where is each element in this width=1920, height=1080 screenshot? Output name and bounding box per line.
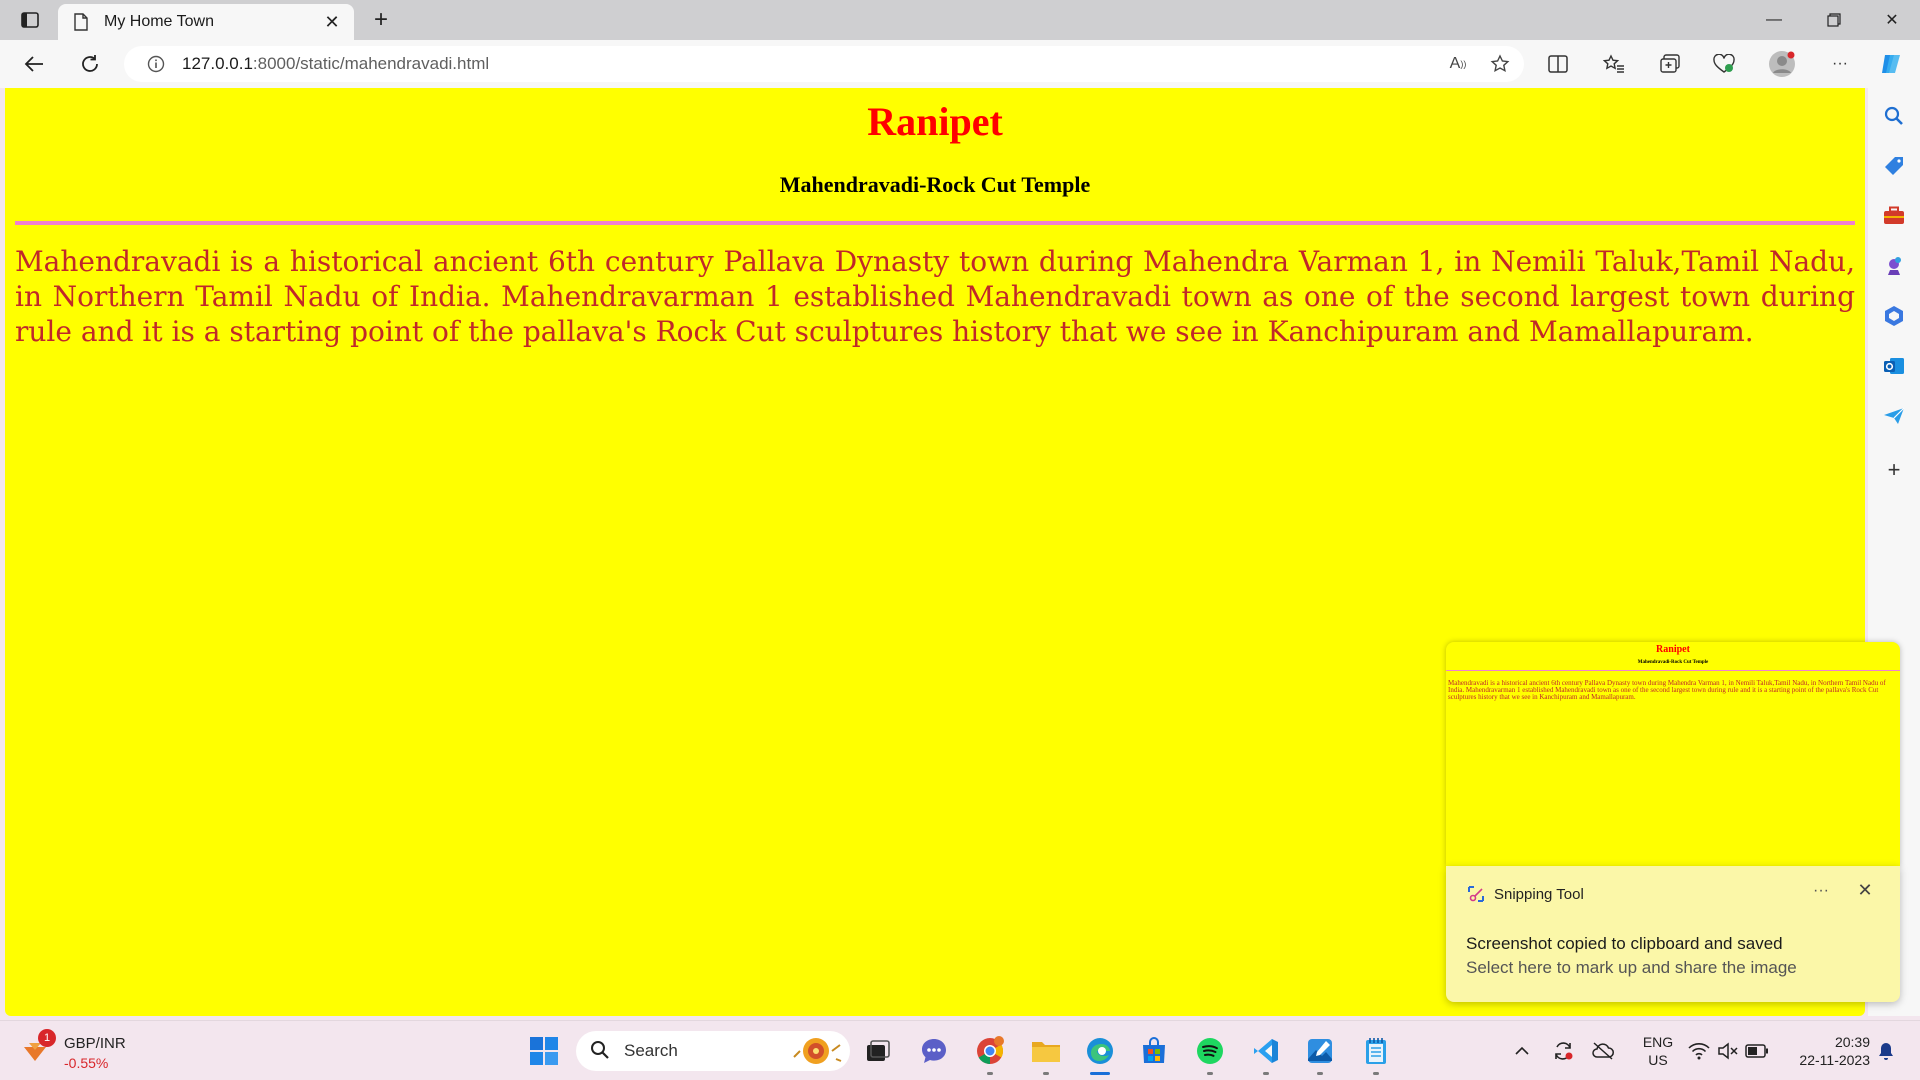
profile-avatar[interactable]	[1764, 48, 1800, 80]
add-sidebar-app-icon[interactable]: +	[1880, 456, 1908, 484]
horizontal-rule	[15, 221, 1855, 225]
search-icon	[590, 1040, 612, 1062]
browser-essentials-icon[interactable]	[1706, 48, 1742, 80]
notification-body: Select here to mark up and share the ima…	[1466, 958, 1797, 977]
favorite-star-icon[interactable]	[1482, 48, 1518, 80]
widget-value: -0.55%	[64, 1055, 109, 1071]
collections-icon[interactable]	[1652, 48, 1688, 80]
taskbar-search[interactable]: Search	[576, 1031, 850, 1071]
clock[interactable]: 20:39 22-11-2023	[1780, 1033, 1870, 1069]
stock-widget[interactable]: 1 GBP/INR -0.55%	[20, 1029, 170, 1073]
search-highlight-icon	[788, 1035, 844, 1067]
games-icon[interactable]	[1880, 252, 1908, 280]
chat-icon[interactable]	[914, 1031, 954, 1071]
microsoft-store-icon[interactable]	[1134, 1031, 1174, 1071]
onedrive-offline-icon[interactable]	[1588, 1033, 1618, 1069]
taskbar: 1 GBP/INR -0.55% Search ENG US 20:39 22-…	[0, 1020, 1920, 1080]
page-heading: Ranipet	[867, 99, 1003, 144]
close-window-button[interactable]: ✕	[1864, 0, 1920, 40]
explorer-running-indicator	[1043, 1072, 1049, 1075]
shopping-tag-icon[interactable]	[1880, 152, 1908, 180]
preview-paragraph: Mahendravadi is a historical ancient 6th…	[1448, 679, 1886, 701]
edge-icon[interactable]	[1080, 1031, 1120, 1071]
search-icon[interactable]	[1880, 102, 1908, 130]
page-icon	[72, 13, 90, 31]
wifi-icon[interactable]	[1684, 1033, 1714, 1069]
address-bar[interactable]: 127.0.0.1:8000/static/mahendravadi.html …	[124, 46, 1524, 82]
snipping-tool-icon	[1466, 884, 1486, 904]
notification-app-name: Snipping Tool	[1494, 886, 1584, 903]
url-text[interactable]: 127.0.0.1:8000/static/mahendravadi.html	[182, 54, 1440, 74]
tab-my-home-town[interactable]: My Home Town ✕	[58, 4, 354, 40]
microsoft-365-icon[interactable]	[1880, 302, 1908, 330]
battery-icon[interactable]	[1742, 1033, 1772, 1069]
notepad-icon[interactable]	[1356, 1031, 1396, 1071]
task-view-icon[interactable]	[858, 1031, 898, 1071]
file-explorer-icon[interactable]	[1026, 1031, 1066, 1071]
notification-heading: Screenshot copied to clipboard and saved	[1466, 934, 1783, 953]
notification-bell-icon[interactable]	[1872, 1033, 1900, 1069]
restore-button[interactable]	[1806, 0, 1862, 40]
vscode-running-indicator	[1263, 1072, 1269, 1075]
preview-rule	[1446, 670, 1900, 671]
back-button[interactable]	[16, 48, 52, 80]
outlook-icon[interactable]	[1880, 352, 1908, 380]
favorites-icon[interactable]	[1596, 48, 1632, 80]
chrome-running-indicator	[987, 1072, 993, 1075]
notepad-running-indicator	[1373, 1072, 1379, 1075]
minimize-button[interactable]: —	[1746, 0, 1802, 40]
more-options-icon[interactable]: ···	[1822, 48, 1858, 80]
tab-actions-icon[interactable]	[14, 8, 46, 32]
tools-briefcase-icon[interactable]	[1880, 202, 1908, 230]
notification-close-icon[interactable]: ✕	[1850, 880, 1880, 908]
copilot-icon[interactable]	[1874, 48, 1910, 80]
vs-code-icon[interactable]	[1246, 1031, 1286, 1071]
start-icon[interactable]	[524, 1031, 564, 1071]
preview-subheading: Mahendravadi-Rock Cut Temple	[1637, 660, 1709, 665]
snipping-tool-notification[interactable]: Snipping Tool ··· ✕ Screenshot copied to…	[1446, 866, 1900, 1002]
volume-muted-icon[interactable]	[1714, 1033, 1742, 1069]
screenshot-preview[interactable]: Ranipet Mahendravadi-Rock Cut Temple Mah…	[1446, 642, 1900, 866]
page-paragraph: Mahendravadi is a historical ancient 6th…	[15, 245, 1855, 348]
page-subheading: Mahendravadi-Rock Cut Temple	[779, 172, 1091, 197]
language-indicator[interactable]: ENG US	[1636, 1033, 1680, 1069]
read-aloud-icon[interactable]: A))	[1440, 48, 1476, 80]
refresh-button[interactable]	[72, 48, 108, 80]
chrome-icon[interactable]	[970, 1031, 1010, 1071]
preview-heading: Ranipet	[1656, 644, 1690, 655]
edge-active-indicator	[1090, 1072, 1110, 1075]
site-info-icon[interactable]	[146, 54, 166, 74]
navigation-bar: 127.0.0.1:8000/static/mahendravadi.html …	[0, 40, 1920, 88]
tab-title: My Home Town	[104, 13, 214, 30]
split-screen-icon[interactable]	[1540, 48, 1576, 80]
photos-running-indicator	[1317, 1072, 1323, 1075]
notification-more-button[interactable]: ···	[1806, 882, 1836, 906]
spotify-icon[interactable]	[1190, 1031, 1230, 1071]
search-label: Search	[624, 1041, 678, 1060]
title-bar: My Home Town ✕ + — ✕	[0, 0, 1920, 40]
sync-icon[interactable]	[1548, 1033, 1578, 1069]
new-tab-button[interactable]: +	[366, 6, 396, 34]
spotify-running-indicator	[1207, 1072, 1213, 1075]
chevron-up-icon[interactable]	[1508, 1033, 1536, 1069]
photos-app-icon[interactable]	[1300, 1031, 1340, 1071]
close-tab-icon[interactable]: ✕	[318, 8, 346, 36]
widget-name: GBP/INR	[64, 1035, 126, 1052]
drop-send-icon[interactable]	[1880, 402, 1908, 430]
notification-badge: 1	[38, 1029, 56, 1047]
